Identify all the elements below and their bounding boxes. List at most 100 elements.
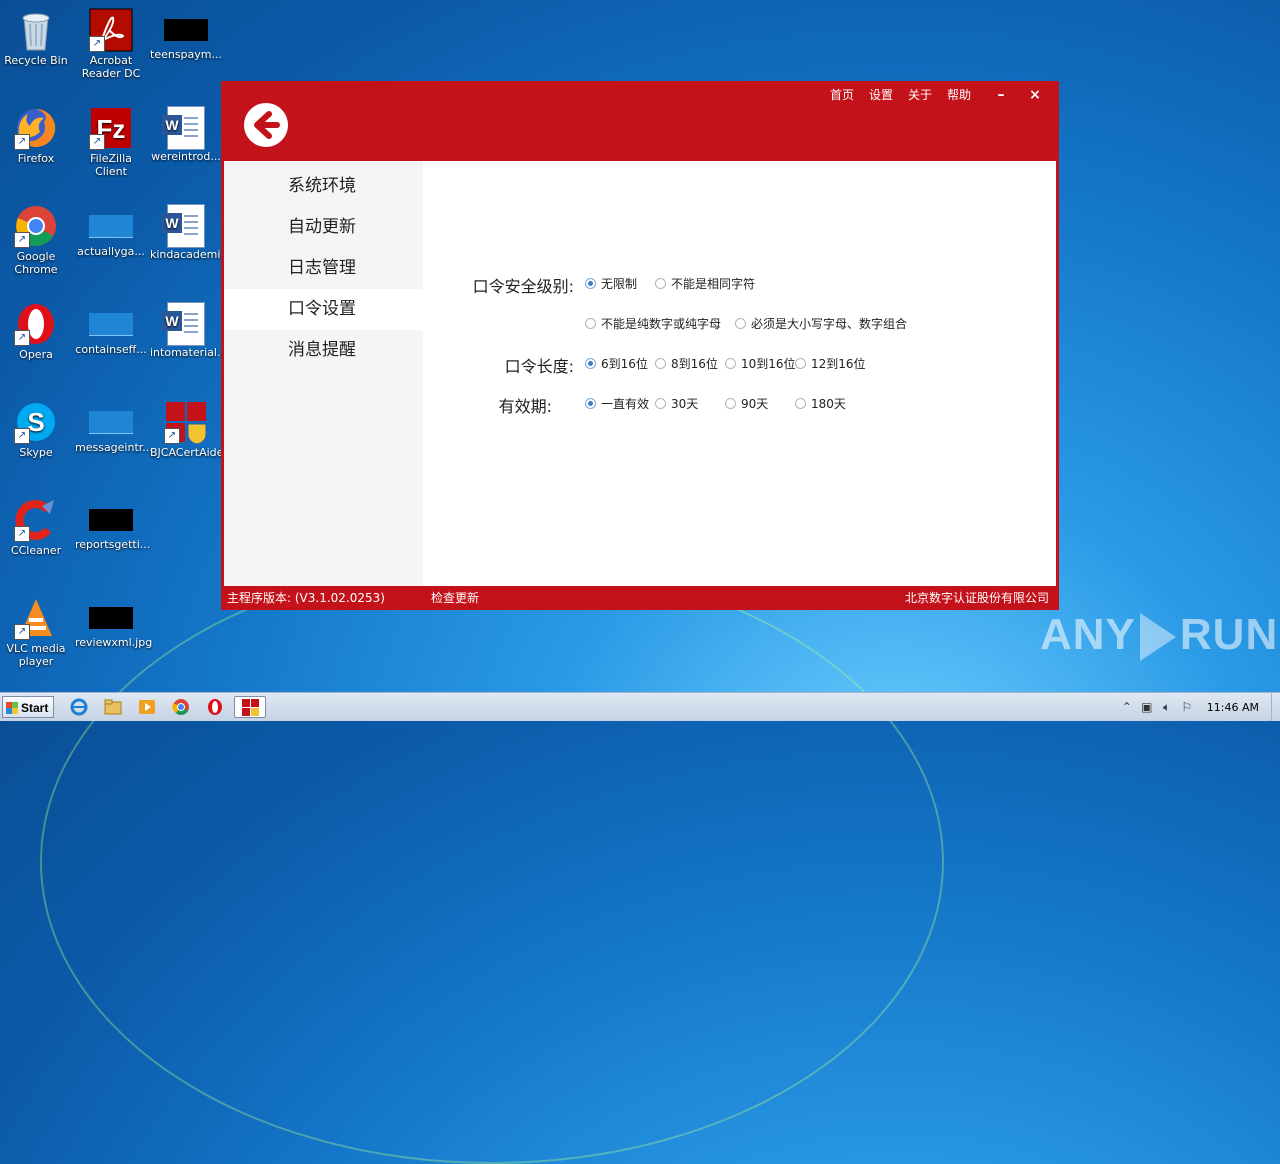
tray-speaker-icon[interactable]: 🔈︎ (1157, 700, 1177, 715)
desktop-icon-acrobat[interactable]: ↗ Acrobat Reader DC (75, 4, 147, 80)
icon-label: reviewxml.jpg (75, 636, 153, 649)
desktop-icon-messageintr[interactable]: messageintr... (75, 396, 153, 454)
validity-option-0[interactable]: 一直有效 (585, 395, 649, 412)
taskbar-media-player-icon[interactable] (134, 696, 160, 718)
menu-help[interactable]: 帮助 (947, 86, 971, 103)
length-option-3[interactable]: 12到16位 (795, 355, 866, 372)
desktop-icon-recycle-bin[interactable]: Recycle Bin (0, 4, 72, 67)
icon-label: Skype (19, 446, 53, 459)
radio-selected-icon (585, 358, 596, 369)
opera-icon: ↗ (14, 302, 58, 346)
option-label: 无限制 (601, 277, 638, 291)
option-label: 必须是大小写字母、数字组合 (751, 317, 908, 331)
radio-icon (655, 358, 666, 369)
icon-label: Google Chrome (14, 250, 58, 276)
desktop-icon-ccleaner[interactable]: ↗ CCleaner (0, 494, 72, 557)
sidebar-item-auto-update[interactable]: 自动更新 (224, 207, 423, 248)
anyrun-watermark: ANY RUN (1040, 610, 1279, 662)
tray-expand-icon[interactable]: ⌃ (1117, 700, 1137, 714)
sidebar-item-message-reminder[interactable]: 消息提醒 (224, 330, 423, 371)
file-thumb-icon (89, 509, 133, 531)
sidebar-item-password-settings[interactable]: 口令设置 (224, 289, 423, 330)
icon-label: Opera (19, 348, 53, 361)
icon-label: Acrobat Reader DC (81, 54, 141, 80)
desktop-icon-bjcacertaide[interactable]: ↗ BJCACertAide (150, 396, 223, 459)
skype-icon: S ↗ (14, 400, 58, 444)
desktop-icon-skype[interactable]: S ↗ Skype (0, 396, 72, 459)
desktop-icon-chrome[interactable]: ↗ Google Chrome (0, 200, 72, 276)
radio-icon (585, 318, 596, 329)
sidebar-item-log-management[interactable]: 日志管理 (224, 248, 423, 289)
tray-network-app-icon[interactable]: ▣ (1137, 700, 1157, 714)
menu-settings[interactable]: 设置 (869, 86, 893, 103)
sidebar-item-system-env[interactable]: 系统环境 (224, 166, 423, 207)
validity-option-2[interactable]: 90天 (725, 395, 768, 412)
shortcut-arrow-icon: ↗ (14, 526, 30, 542)
security-level-option-2[interactable]: 不能是纯数字或纯字母 (585, 315, 721, 332)
length-option-0[interactable]: 6到16位 (585, 355, 648, 372)
security-level-option-3[interactable]: 必须是大小写字母、数字组合 (735, 315, 907, 332)
back-button[interactable] (244, 103, 288, 147)
security-level-option-0[interactable]: 无限制 (585, 275, 637, 292)
radio-selected-icon (585, 398, 596, 409)
menu-about[interactable]: 关于 (908, 86, 932, 103)
desktop-icon-kindacademi[interactable]: W kindacademi... (150, 200, 231, 261)
show-desktop-button[interactable] (1271, 693, 1280, 721)
company-name: 北京数字认证股份有限公司 (904, 591, 1049, 605)
option-label: 30天 (671, 397, 699, 411)
windows-flag-icon (6, 702, 18, 714)
desktop-icon-vlc[interactable]: ↗ VLC media player (0, 592, 72, 668)
file-thumb-icon (89, 215, 133, 238)
icon-label: intomaterial... (150, 346, 228, 359)
file-thumb-icon (89, 313, 133, 336)
taskbar: Start ⌃ ▣ 🔈︎ ⚐ 11:46 AM (0, 692, 1280, 721)
desktop-icon-wereintrod[interactable]: W wereintrod... (150, 102, 222, 163)
option-label: 12到16位 (811, 357, 866, 371)
length-option-2[interactable]: 10到16位 (725, 355, 796, 372)
taskbar-ie-icon[interactable] (66, 696, 92, 718)
taskbar-opera-icon[interactable] (202, 696, 228, 718)
menu-home[interactable]: 首页 (830, 86, 854, 103)
minimize-button[interactable]: – (993, 87, 1009, 103)
clock[interactable]: 11:46 AM (1207, 701, 1259, 714)
check-update-link[interactable]: 检查更新 (431, 586, 479, 610)
desktop-icon-reviewxml[interactable]: reviewxml.jpg (75, 592, 153, 649)
close-button[interactable]: × (1027, 87, 1043, 103)
option-label: 10到16位 (741, 357, 796, 371)
taskbar-chrome-icon[interactable] (168, 696, 194, 718)
desktop-icon-containseff[interactable]: containseff... (75, 298, 147, 356)
validity-option-1[interactable]: 30天 (655, 395, 698, 412)
icon-label: teenspaym... (150, 48, 222, 61)
option-label: 180天 (811, 397, 846, 411)
tray-flag-icon[interactable]: ⚐ (1177, 700, 1197, 714)
shortcut-arrow-icon: ↗ (14, 428, 30, 444)
taskbar-explorer-icon[interactable] (100, 696, 126, 718)
desktop-icon-filezilla[interactable]: Fz ↗ FileZilla Client (75, 102, 147, 178)
security-level-option-1[interactable]: 不能是相同字符 (655, 275, 755, 292)
shortcut-arrow-icon: ↗ (14, 134, 30, 150)
taskbar-bjca-app-icon[interactable] (234, 696, 266, 718)
shortcut-arrow-icon: ↗ (14, 624, 30, 640)
start-label: Start (21, 701, 49, 715)
desktop-icon-intomaterial[interactable]: W intomaterial... (150, 298, 228, 359)
desktop-icon-teenspaym[interactable]: teenspaym... (150, 4, 222, 61)
watermark-right: RUN (1179, 610, 1279, 659)
start-button[interactable]: Start (2, 696, 54, 718)
icon-label: messageintr... (75, 441, 153, 454)
validity-option-3[interactable]: 180天 (795, 395, 846, 412)
wallpaper-swoosh (40, 560, 944, 1164)
radio-icon (725, 398, 736, 409)
security-level-label: 口令安全级别: (472, 277, 574, 296)
shortcut-arrow-icon: ↗ (14, 232, 30, 248)
shortcut-arrow-icon: ↗ (89, 134, 105, 150)
desktop-icon-actuallyga[interactable]: actuallyga... (75, 200, 147, 258)
desktop-icon-reportsgetti[interactable]: reportsgetti... (75, 494, 150, 551)
validity-label: 有效期: (498, 397, 552, 416)
radio-icon (795, 398, 806, 409)
desktop-icon-firefox[interactable]: ↗ Firefox (0, 102, 72, 165)
length-option-1[interactable]: 8到16位 (655, 355, 718, 372)
desktop-icon-opera[interactable]: ↗ Opera (0, 298, 72, 361)
watermark-left: ANY (1040, 610, 1136, 659)
icon-label: kindacademi... (150, 248, 231, 261)
app-shield-icon: ↗ (164, 400, 208, 445)
